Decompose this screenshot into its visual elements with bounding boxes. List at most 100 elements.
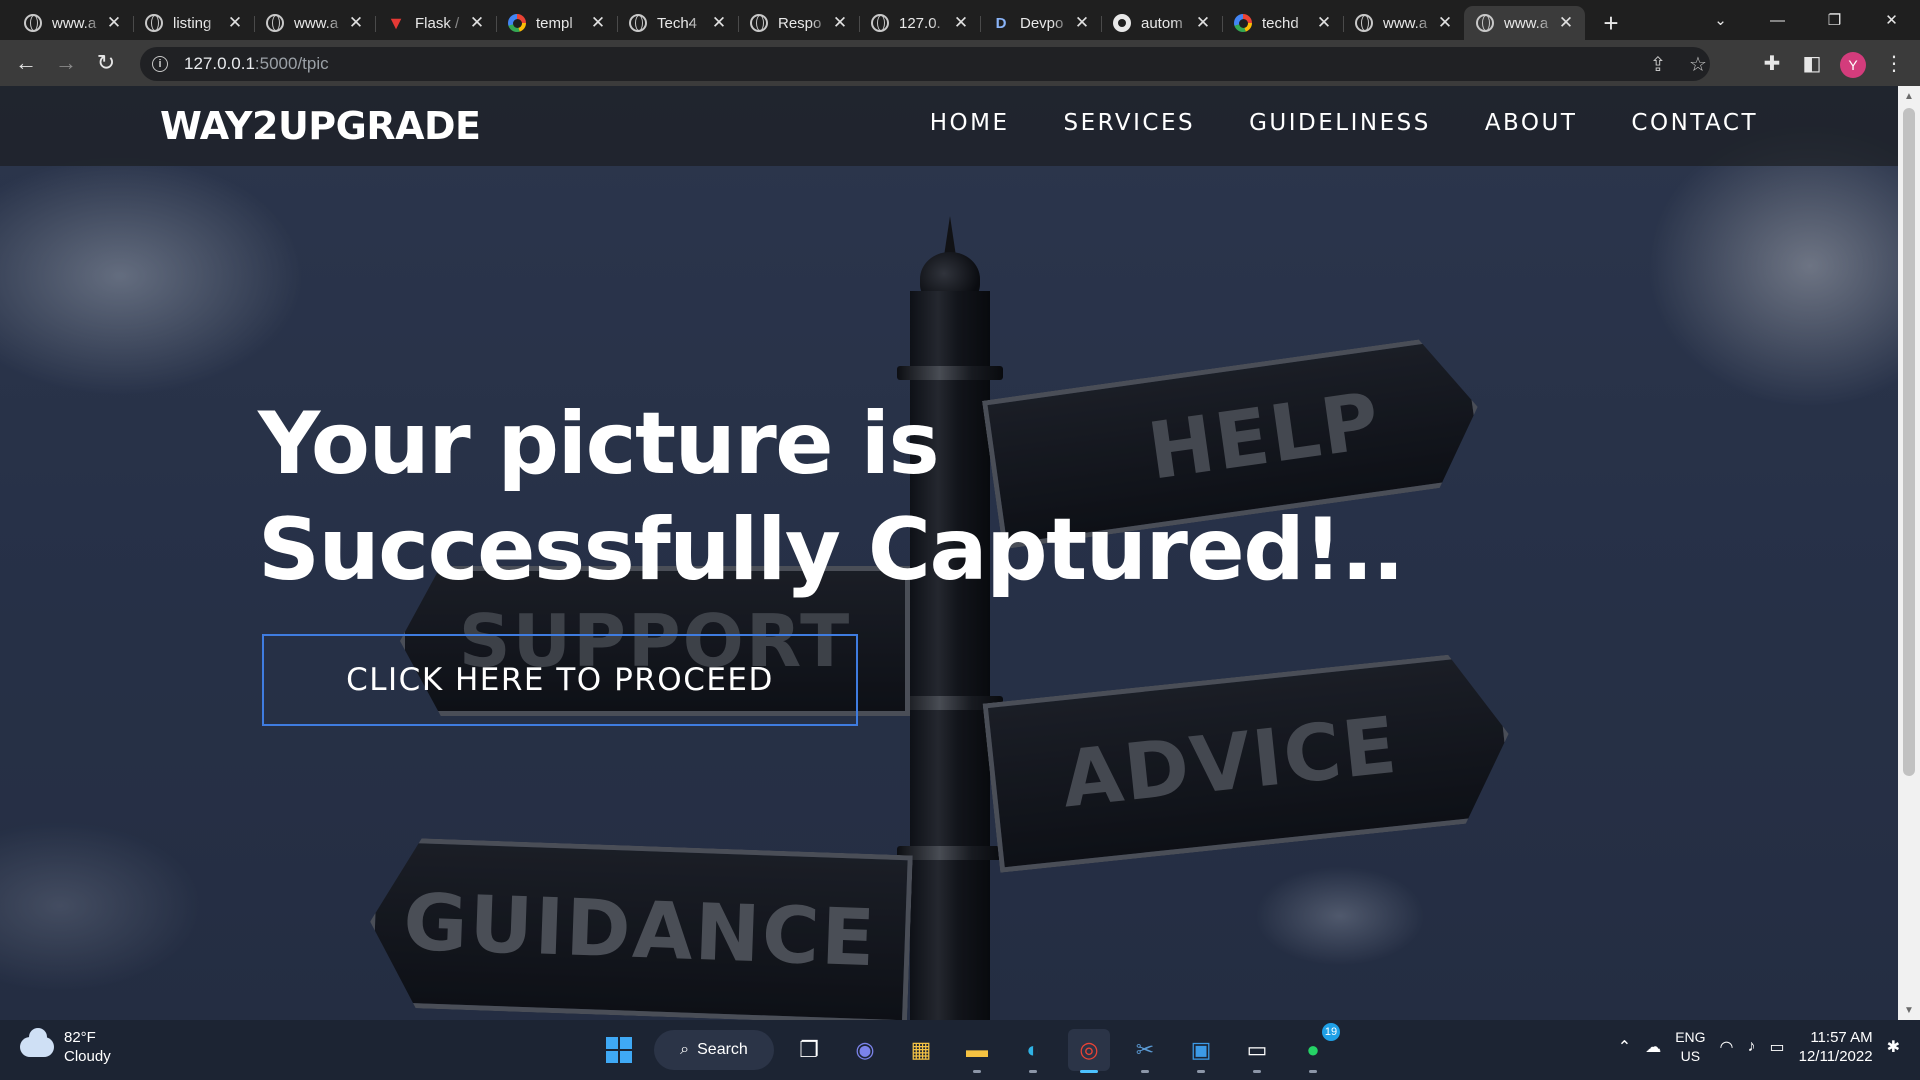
weather-text: 82°F Cloudy — [64, 1028, 111, 1066]
teams-chat-icon[interactable]: ◉ — [844, 1029, 886, 1071]
tab-title: Tech4 — [657, 14, 698, 32]
tab[interactable]: www.a ✕ — [1343, 6, 1464, 40]
close-icon[interactable]: ✕ — [589, 13, 607, 33]
globe-icon — [266, 14, 284, 32]
nav-services[interactable]: SERVICES — [1064, 110, 1196, 136]
tab[interactable]: 127.0. ✕ — [859, 6, 980, 40]
taskbar-search[interactable]: ⌕ Search — [654, 1030, 774, 1070]
reload-button[interactable]: ↻ — [86, 43, 126, 83]
tab-title: www.a — [1383, 14, 1428, 32]
tab-title: autom — [1141, 14, 1183, 32]
tab[interactable]: Respo ✕ — [738, 6, 859, 40]
windows-logo-icon — [606, 1037, 632, 1063]
close-icon[interactable]: ✕ — [226, 13, 244, 33]
share-icon[interactable]: ⇪ — [1646, 52, 1670, 76]
close-icon[interactable]: ✕ — [468, 13, 486, 33]
forward-button[interactable]: → — [46, 43, 86, 83]
taskbar-apps: ⌕ Search ❐ ◉ ▦ ▬ ◐ ◎ ✂ ▣ ▭ ● 19 — [598, 1023, 1340, 1074]
close-icon[interactable]: ✕ — [347, 13, 365, 33]
close-icon[interactable]: ✕ — [1557, 13, 1575, 33]
tab[interactable]: techd ✕ — [1222, 6, 1343, 40]
address-url[interactable]: 127.0.0.1:5000/tpic — [184, 54, 329, 74]
nav-home[interactable]: HOME — [930, 110, 1010, 136]
site-info-icon[interactable]: i — [152, 56, 168, 72]
proceed-button[interactable]: CLICK HERE TO PROCEED — [262, 634, 858, 726]
nav-about[interactable]: ABOUT — [1485, 110, 1578, 136]
store-icon[interactable]: ▦ — [900, 1029, 942, 1071]
weather-desc: Cloudy — [64, 1048, 111, 1065]
whatsapp-icon[interactable]: ● 19 — [1292, 1023, 1340, 1073]
tab[interactable]: listing ✕ — [133, 6, 254, 40]
close-icon[interactable]: ✕ — [105, 13, 123, 33]
tab[interactable]: www.a ✕ — [12, 6, 133, 40]
profile-avatar[interactable]: Y — [1840, 52, 1866, 78]
tab[interactable]: Tech4 ✕ — [617, 6, 738, 40]
flask-icon: ▼ — [387, 12, 405, 33]
wifi-icon[interactable]: ◠ — [1720, 1037, 1734, 1057]
tab[interactable]: autom ✕ — [1101, 6, 1222, 40]
close-icon[interactable]: ✕ — [831, 13, 849, 33]
globe-icon — [871, 14, 889, 32]
site-logo[interactable]: WAY2UPGRADE — [160, 104, 481, 148]
tab[interactable]: www.a ✕ — [254, 6, 375, 40]
close-icon[interactable]: ✕ — [952, 13, 970, 33]
devpost-icon: D — [995, 14, 1007, 32]
globe-icon — [1355, 14, 1373, 32]
close-icon[interactable]: ✕ — [1315, 13, 1333, 33]
restore-button[interactable]: ❐ — [1806, 0, 1863, 40]
tab-title: Respo — [778, 14, 822, 32]
windows-taskbar: 82°F Cloudy ⌕ Search ❐ ◉ ▦ ▬ ◐ ◎ ✂ ▣ ▭ ● 1… — [0, 1020, 1920, 1080]
start-button[interactable] — [598, 1029, 640, 1071]
nav-contact[interactable]: CONTACT — [1631, 110, 1758, 136]
cloud-icon — [20, 1028, 54, 1057]
volume-icon[interactable]: ♪ — [1748, 1038, 1756, 1056]
main-nav: HOME SERVICES GUIDELINESS ABOUT CONTACT — [930, 110, 1758, 136]
file-explorer-icon[interactable]: ▬ — [956, 1029, 998, 1073]
input-language[interactable]: ENG US — [1675, 1028, 1705, 1066]
globe-icon — [145, 14, 163, 32]
hero-headline: Your picture is Successfully Captured!.. — [258, 391, 1405, 603]
window-close-button[interactable]: ✕ — [1863, 0, 1920, 40]
tab-title: listing — [173, 14, 212, 32]
lang-code: ENG — [1675, 1029, 1706, 1045]
terminal-icon[interactable]: ▭ — [1236, 1029, 1278, 1073]
battery-icon[interactable]: ▭ — [1770, 1037, 1785, 1057]
chevron-up-icon[interactable]: ⌃ — [1618, 1037, 1631, 1057]
extensions-puzzle-icon[interactable]: ✚ — [1754, 45, 1790, 81]
close-icon[interactable]: ✕ — [1073, 13, 1091, 33]
tab[interactable]: D Devpo ✕ — [980, 6, 1101, 40]
tab[interactable]: ▼ Flask / ✕ — [375, 6, 496, 40]
edge-icon[interactable]: ◐ — [1012, 1029, 1054, 1073]
address-bar[interactable]: i 127.0.0.1:5000/tpic ⇪ ☆ — [140, 47, 1710, 81]
close-icon[interactable]: ✕ — [1194, 13, 1212, 33]
close-icon[interactable]: ✕ — [710, 13, 728, 33]
minimize-button[interactable]: — — [1749, 0, 1806, 40]
task-view-icon[interactable]: ❐ — [788, 1029, 830, 1071]
weather-widget[interactable]: 82°F Cloudy — [20, 1028, 111, 1066]
vscode-icon[interactable]: ▣ — [1180, 1029, 1222, 1073]
notifications-bell-icon[interactable]: ✱ — [1887, 1037, 1900, 1057]
scrollbar-thumb[interactable] — [1903, 108, 1915, 776]
page-scrollbar[interactable]: ▲ ▼ — [1898, 86, 1920, 1020]
back-button[interactable]: ← — [6, 43, 46, 83]
tab-search-chevron-icon[interactable]: ⌄ — [1692, 0, 1749, 40]
close-icon[interactable]: ✕ — [1436, 13, 1454, 33]
nav-guideliness[interactable]: GUIDELINESS — [1249, 110, 1431, 136]
chrome-icon[interactable]: ◎ — [1068, 1029, 1110, 1073]
side-panel-icon[interactable]: ◧ — [1794, 45, 1830, 81]
bookmark-star-icon[interactable]: ☆ — [1686, 52, 1710, 76]
new-tab-button[interactable]: + — [1591, 6, 1631, 40]
page-viewport: HELP SUPPORT ADVICE GUIDANCE WAY2UPGRADE… — [0, 86, 1920, 1020]
clock[interactable]: 11:57 AM 12/11/2022 — [1799, 1028, 1873, 1066]
tab[interactable]: templ ✕ — [496, 6, 617, 40]
snipping-tool-icon[interactable]: ✂ — [1124, 1029, 1166, 1073]
scroll-down-arrow-icon[interactable]: ▼ — [1898, 1000, 1920, 1020]
onedrive-cloud-icon[interactable]: ☁ — [1645, 1037, 1661, 1057]
clock-time: 11:57 AM — [1810, 1029, 1873, 1046]
globe-icon — [629, 14, 647, 32]
scroll-up-arrow-icon[interactable]: ▲ — [1898, 86, 1920, 106]
kebab-menu-icon[interactable]: ⋮ — [1876, 45, 1912, 81]
tab-active[interactable]: www.a ✕ — [1464, 6, 1585, 40]
github-icon — [1113, 14, 1131, 32]
search-icon: ⌕ — [680, 1041, 690, 1058]
